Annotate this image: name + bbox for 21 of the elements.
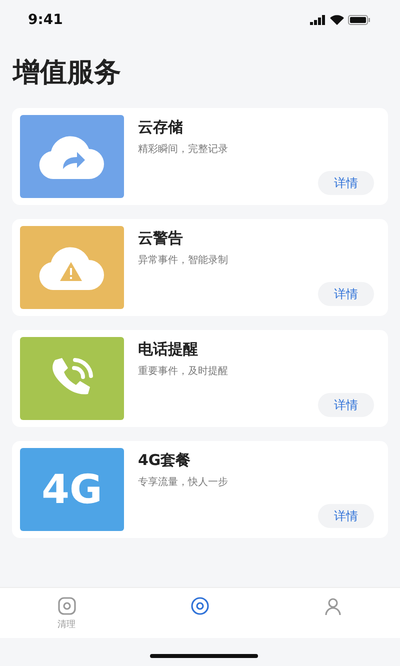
details-button[interactable]: 详情 xyxy=(318,282,374,306)
signal-icon xyxy=(310,15,326,25)
service-title: 电话提醒 xyxy=(138,340,199,359)
service-title: 云警告 xyxy=(138,229,184,248)
status-time: 9:41 xyxy=(28,12,63,28)
service-subtitle: 重要事件，及时提醒 xyxy=(138,364,229,378)
details-button[interactable]: 详情 xyxy=(318,171,374,195)
tile-text: 4G xyxy=(42,466,102,512)
cloud-upload-icon xyxy=(39,134,105,178)
cloud-warning-icon xyxy=(39,246,105,290)
service-subtitle: 异常事件，智能录制 xyxy=(138,254,229,267)
battery-icon xyxy=(348,15,370,25)
details-button[interactable]: 详情 xyxy=(318,504,374,528)
tab[interactable]: 清理 xyxy=(0,588,134,638)
wifi-icon xyxy=(330,15,344,25)
service-subtitle: 精彩瞬间，完整记录 xyxy=(138,142,229,156)
page-title: 增值服务 xyxy=(13,56,122,90)
service-title: 云存储 xyxy=(138,118,184,137)
service-title: 4G套餐 xyxy=(138,451,192,470)
details-button[interactable]: 详情 xyxy=(318,393,374,417)
service-subtitle: 专享流量，快人一步 xyxy=(138,476,229,489)
